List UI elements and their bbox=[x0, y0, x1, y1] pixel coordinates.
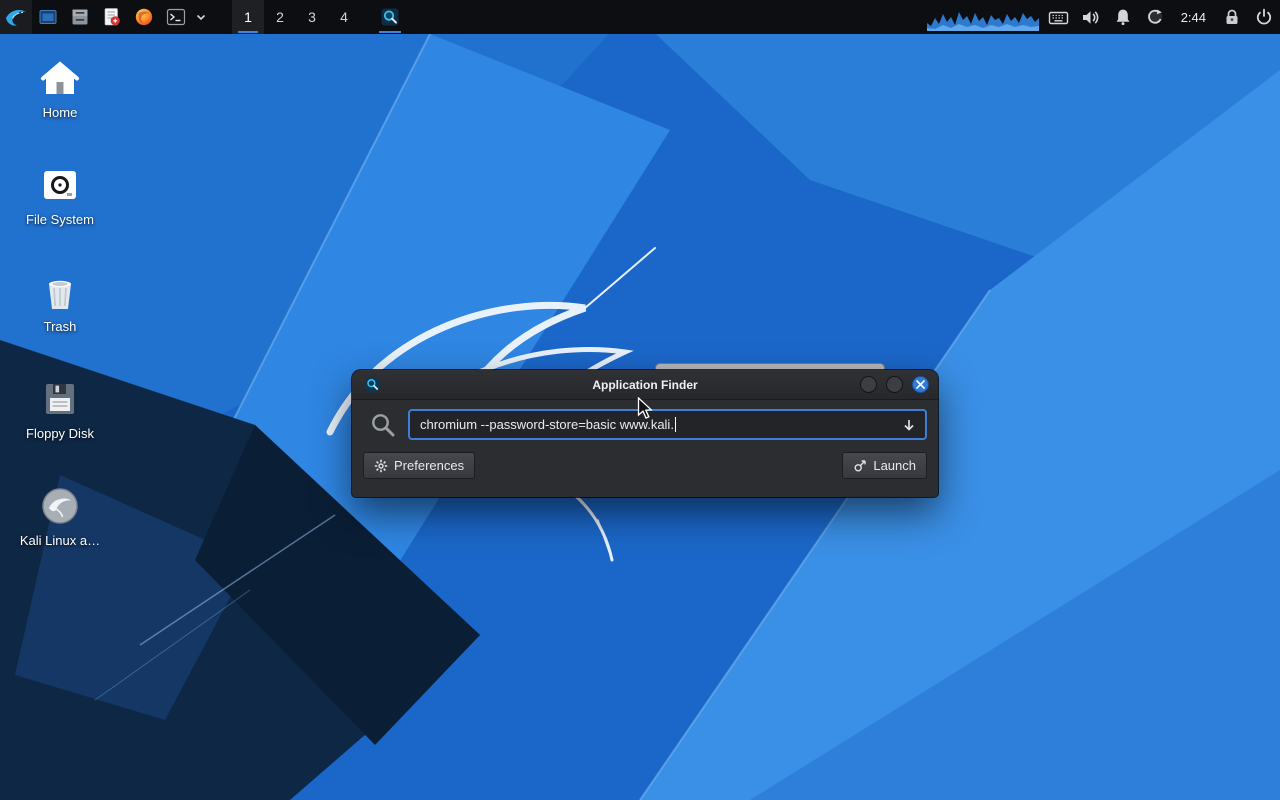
bell-icon bbox=[1113, 7, 1133, 27]
workspace-switcher: 1 2 3 4 bbox=[232, 0, 360, 34]
launch-button[interactable]: Launch bbox=[842, 452, 927, 479]
arrow-down-icon bbox=[902, 418, 916, 432]
applications-menu-button[interactable] bbox=[0, 0, 32, 34]
history-dropdown-button[interactable] bbox=[900, 416, 918, 434]
desktop-icon-column: Home File System bbox=[12, 50, 108, 585]
terminal-dropdown-button[interactable] bbox=[192, 0, 210, 34]
text-editor-launcher-button[interactable] bbox=[96, 0, 128, 34]
search-row: chromium --password-store=basic www.kali… bbox=[363, 409, 927, 440]
application-finder-icon bbox=[380, 7, 400, 27]
file-system-icon bbox=[38, 157, 82, 213]
window-title: Application Finder bbox=[352, 378, 938, 392]
power-icon bbox=[1254, 7, 1274, 27]
terminal-icon bbox=[166, 7, 186, 27]
workspace-label: 3 bbox=[308, 9, 316, 25]
chevron-down-icon bbox=[195, 11, 207, 23]
screen-lock-button[interactable] bbox=[1216, 0, 1248, 34]
launch-icon bbox=[853, 459, 867, 473]
workspace-label: 2 bbox=[276, 9, 284, 25]
desktop-screen: 1 2 3 4 bbox=[0, 0, 1280, 800]
kali-docs-icon bbox=[38, 478, 82, 534]
terminal-launcher-button[interactable] bbox=[160, 0, 192, 34]
window-launcher-button[interactable] bbox=[32, 0, 64, 34]
workspace-label: 4 bbox=[340, 9, 348, 25]
trash-icon bbox=[38, 264, 82, 320]
workspace-button-1[interactable]: 1 bbox=[232, 0, 264, 34]
keyboard-icon bbox=[1048, 7, 1069, 28]
workspace-button-4[interactable]: 4 bbox=[328, 0, 360, 34]
minimize-button[interactable] bbox=[860, 376, 877, 393]
home-icon bbox=[38, 50, 82, 106]
close-button[interactable] bbox=[912, 376, 929, 393]
application-finder-window: Application Finder bbox=[352, 370, 938, 497]
window-icon bbox=[38, 7, 58, 27]
text-editor-icon bbox=[102, 7, 122, 27]
desktop-icon-label: Home bbox=[43, 106, 78, 121]
desktop-icon-label: Kali Linux a… bbox=[20, 534, 100, 549]
volume-button[interactable] bbox=[1075, 0, 1107, 34]
preferences-label: Preferences bbox=[394, 458, 464, 473]
close-icon bbox=[916, 380, 925, 389]
power-button[interactable] bbox=[1248, 0, 1280, 34]
desktop-icon-home[interactable]: Home bbox=[12, 50, 108, 157]
desktop-icon-floppy-disk[interactable]: Floppy Disk bbox=[12, 371, 108, 478]
top-panel: 1 2 3 4 bbox=[0, 0, 1280, 34]
command-input[interactable]: chromium --password-store=basic www.kali… bbox=[408, 409, 927, 440]
firefox-icon bbox=[134, 7, 154, 27]
desktop-icon-label: Floppy Disk bbox=[26, 427, 94, 442]
keyboard-indicator-button[interactable] bbox=[1043, 0, 1075, 34]
desktop-icon-label: Trash bbox=[44, 320, 77, 335]
sync-status-button[interactable] bbox=[1139, 0, 1171, 34]
preferences-button[interactable]: Preferences bbox=[363, 452, 475, 479]
window-buttons bbox=[860, 376, 929, 393]
maximize-button[interactable] bbox=[886, 376, 903, 393]
command-input-value: chromium --password-store=basic www.kali… bbox=[420, 417, 674, 432]
desktop-icon-file-system[interactable]: File System bbox=[12, 157, 108, 264]
file-manager-launcher-button[interactable] bbox=[64, 0, 96, 34]
desktop-icon-label: File System bbox=[26, 213, 94, 228]
launcher-group bbox=[32, 0, 210, 34]
file-manager-icon bbox=[70, 7, 90, 27]
clock[interactable]: 2:44 bbox=[1171, 0, 1216, 34]
notifications-button[interactable] bbox=[1107, 0, 1139, 34]
floppy-disk-icon bbox=[38, 371, 82, 427]
tasklist-application-finder-button[interactable] bbox=[374, 0, 406, 34]
text-caret bbox=[675, 417, 676, 432]
launch-label: Launch bbox=[873, 458, 916, 473]
lock-icon bbox=[1222, 7, 1242, 27]
desktop-icon-kali-linux[interactable]: Kali Linux a… bbox=[12, 478, 108, 585]
workspace-button-3[interactable]: 3 bbox=[296, 0, 328, 34]
dialog-body: chromium --password-store=basic www.kali… bbox=[352, 400, 938, 497]
workspace-button-2[interactable]: 2 bbox=[264, 0, 296, 34]
sync-icon bbox=[1145, 7, 1165, 27]
firefox-launcher-button[interactable] bbox=[128, 0, 160, 34]
gear-icon bbox=[374, 459, 388, 473]
titlebar[interactable]: Application Finder bbox=[352, 370, 938, 400]
volume-icon bbox=[1080, 7, 1101, 28]
appfinder-window-icon bbox=[364, 376, 381, 393]
dialog-button-row: Preferences Launch bbox=[363, 452, 927, 479]
desktop-icon-trash[interactable]: Trash bbox=[12, 264, 108, 371]
network-monitor-graph[interactable] bbox=[923, 0, 1043, 34]
search-icon bbox=[369, 411, 397, 439]
kali-logo-icon bbox=[4, 5, 28, 29]
workspace-label: 1 bbox=[244, 9, 252, 25]
